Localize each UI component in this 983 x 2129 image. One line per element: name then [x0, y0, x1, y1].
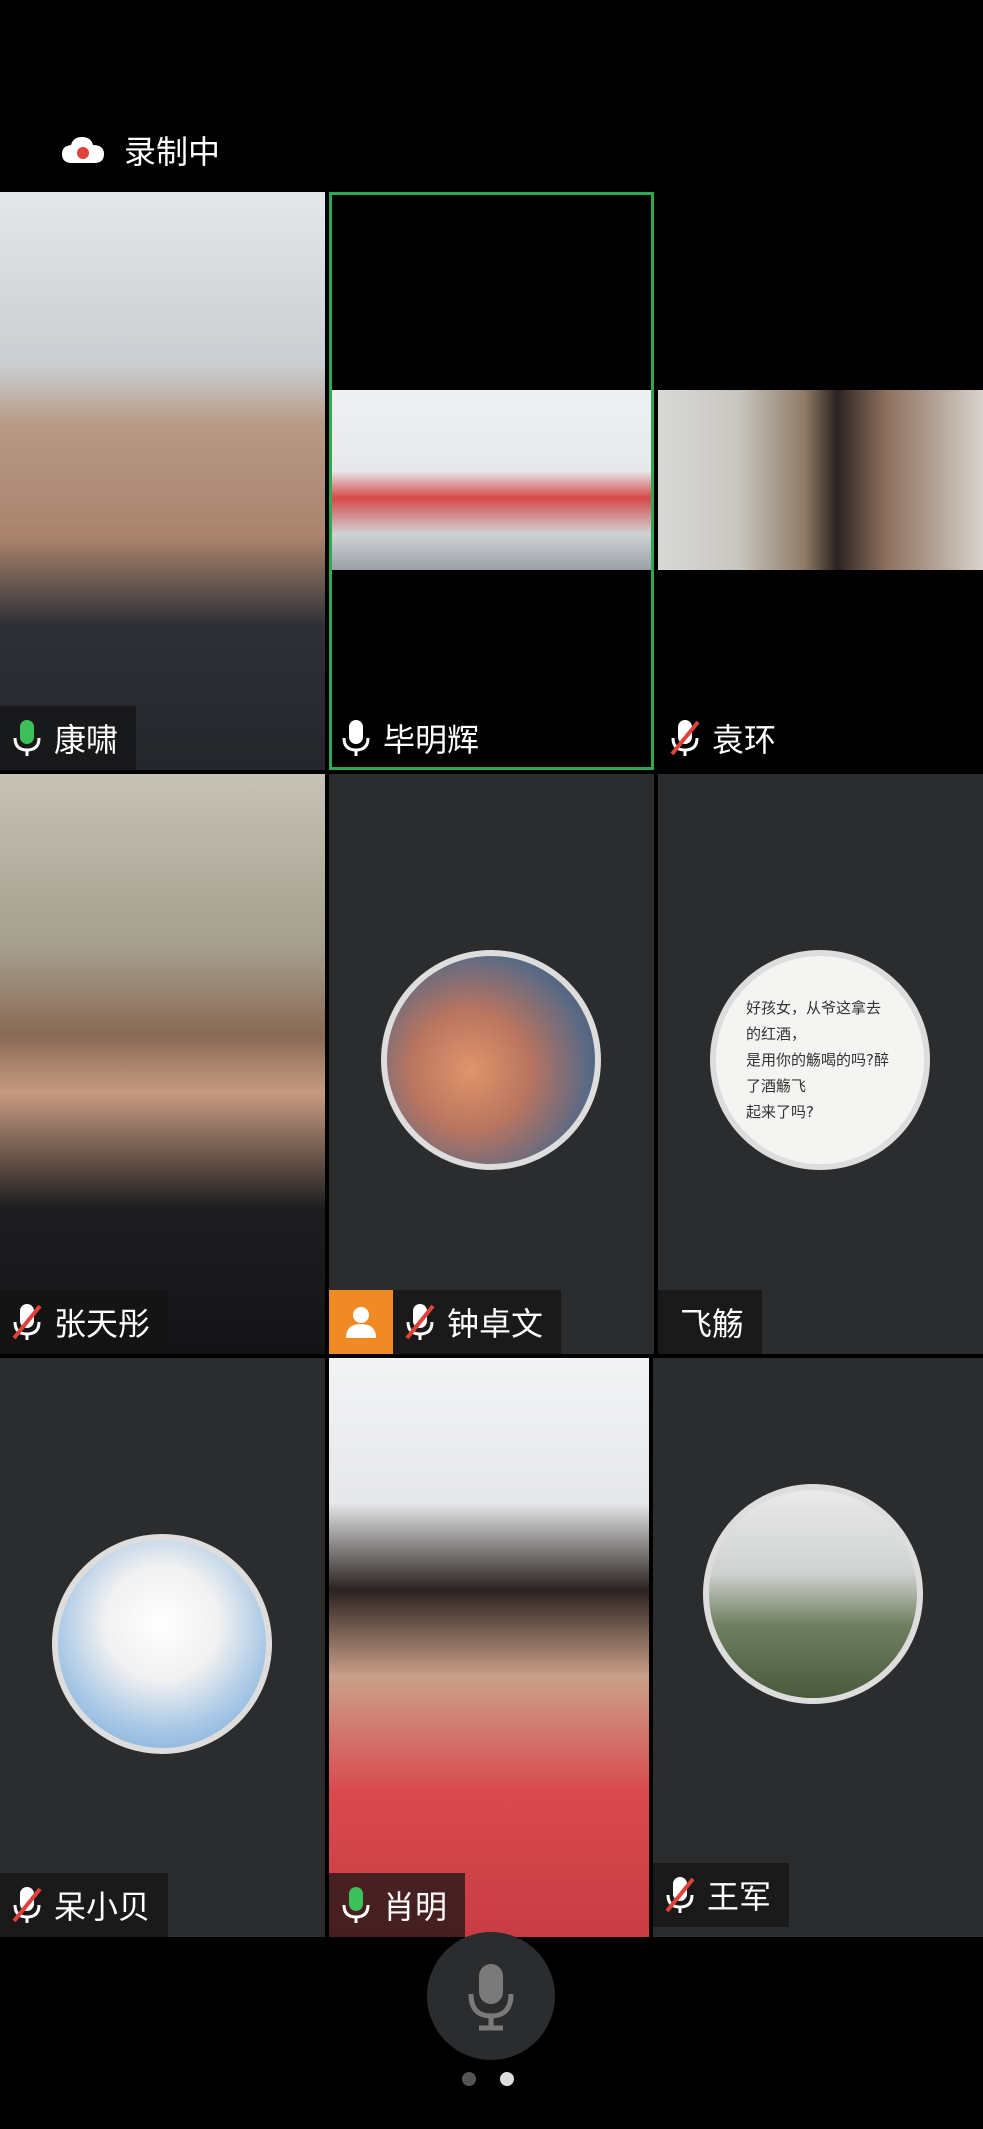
- name-badge: 王军: [653, 1863, 790, 1927]
- mic-muted-icon: [670, 720, 700, 756]
- participant-name: 王军: [707, 1878, 772, 1916]
- video-feed: [0, 774, 325, 1354]
- participant-tile[interactable]: 肖明: [329, 1358, 649, 1937]
- participant-tile[interactable]: 好孩女，从爷这拿去的红酒， 是用你的觞喝的吗?醉了酒觞飞 起来了吗? 飞觞: [658, 774, 983, 1354]
- participant-name: 康啸: [54, 721, 119, 759]
- page-indicator[interactable]: [462, 2072, 514, 2086]
- mic-on-icon: [13, 720, 41, 756]
- participant-name: 钟卓文: [447, 1305, 544, 1343]
- page-dot-2-active[interactable]: [500, 2072, 514, 2086]
- video-feed: [658, 390, 983, 570]
- video-feed: [329, 1358, 649, 1937]
- participant-name: 肖明: [383, 1888, 448, 1926]
- status-bar: [0, 0, 983, 100]
- name-badge: 张天彤: [0, 1290, 169, 1354]
- mute-toggle-button[interactable]: [427, 1932, 555, 2060]
- avatar: [703, 1484, 923, 1704]
- name-badge: 毕明辉: [329, 706, 497, 770]
- participant-tile[interactable]: 张天彤: [0, 774, 325, 1354]
- mic-muted-icon: [405, 1304, 435, 1340]
- name-badge: 肖明: [329, 1873, 466, 1937]
- participant-tile-active[interactable]: 毕明辉: [329, 192, 654, 770]
- participant-name: 袁环: [712, 721, 777, 759]
- mic-muted-icon: [12, 1887, 42, 1923]
- page-dot-1[interactable]: [462, 2072, 476, 2086]
- mic-muted-icon: [665, 1877, 695, 1913]
- avatar: [52, 1534, 272, 1754]
- video-feed: [0, 192, 325, 770]
- participant-tile[interactable]: 袁环: [658, 192, 983, 770]
- person-icon: [329, 1290, 393, 1354]
- mic-on-icon: [342, 720, 370, 756]
- name-badge: 飞觞: [658, 1290, 763, 1354]
- avatar-text: 好孩女，从爷这拿去的红酒， 是用你的觞喝的吗?醉了酒觞飞 起来了吗?: [746, 999, 889, 1121]
- avatar: [381, 950, 601, 1170]
- microphone-icon: [468, 1964, 514, 2031]
- participant-name: 张天彤: [54, 1305, 151, 1343]
- recording-indicator[interactable]: 录制中: [60, 128, 220, 172]
- mic-on-icon: [342, 1887, 370, 1923]
- participant-tile[interactable]: 呆小贝: [0, 1358, 325, 1937]
- name-badge: 呆小贝: [0, 1873, 169, 1937]
- mic-muted-icon: [12, 1304, 42, 1340]
- name-badge: 袁环: [658, 706, 794, 770]
- name-badge: 钟卓文: [329, 1290, 562, 1354]
- participant-name: 呆小贝: [54, 1888, 151, 1926]
- participant-name: 毕明辉: [383, 721, 480, 759]
- participant-tile[interactable]: 康啸: [0, 192, 325, 770]
- avatar: 好孩女，从爷这拿去的红酒， 是用你的觞喝的吗?醉了酒觞飞 起来了吗?: [710, 950, 930, 1170]
- video-grid: 康啸 毕明辉 袁环 张天彤 钟卓文 好孩女，从爷这拿去的红酒， 是用你的觞喝的吗…: [0, 192, 983, 1937]
- name-badge: 康啸: [0, 706, 137, 770]
- video-feed: [332, 390, 651, 570]
- participant-tile[interactable]: 钟卓文: [329, 774, 654, 1354]
- participant-tile[interactable]: 王军: [653, 1358, 983, 1937]
- recording-label: 录制中: [124, 133, 221, 171]
- participant-name: 飞觞: [680, 1305, 745, 1343]
- cloud-record-icon: [62, 137, 104, 163]
